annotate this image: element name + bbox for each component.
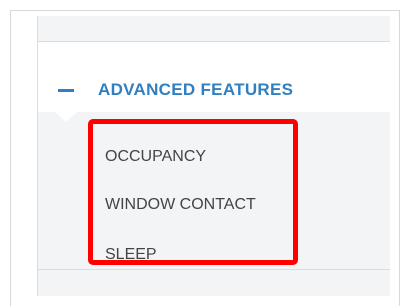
- divider: [38, 269, 390, 270]
- menu-item-window-contact[interactable]: WINDOW CONTACT: [105, 196, 256, 214]
- settings-panel: ADVANCED FEATURES OCCUPANCY WINDOW CONTA…: [37, 16, 390, 296]
- minus-icon[interactable]: [58, 89, 74, 92]
- menu-item-occupancy[interactable]: OCCUPANCY: [105, 148, 206, 166]
- menu-item-sleep[interactable]: SLEEP: [105, 246, 157, 264]
- previous-section-strip: [38, 16, 390, 42]
- advanced-features-header[interactable]: ADVANCED FEATURES: [38, 42, 390, 112]
- section-title: ADVANCED FEATURES: [98, 80, 294, 99]
- caret-pointer: [55, 112, 77, 122]
